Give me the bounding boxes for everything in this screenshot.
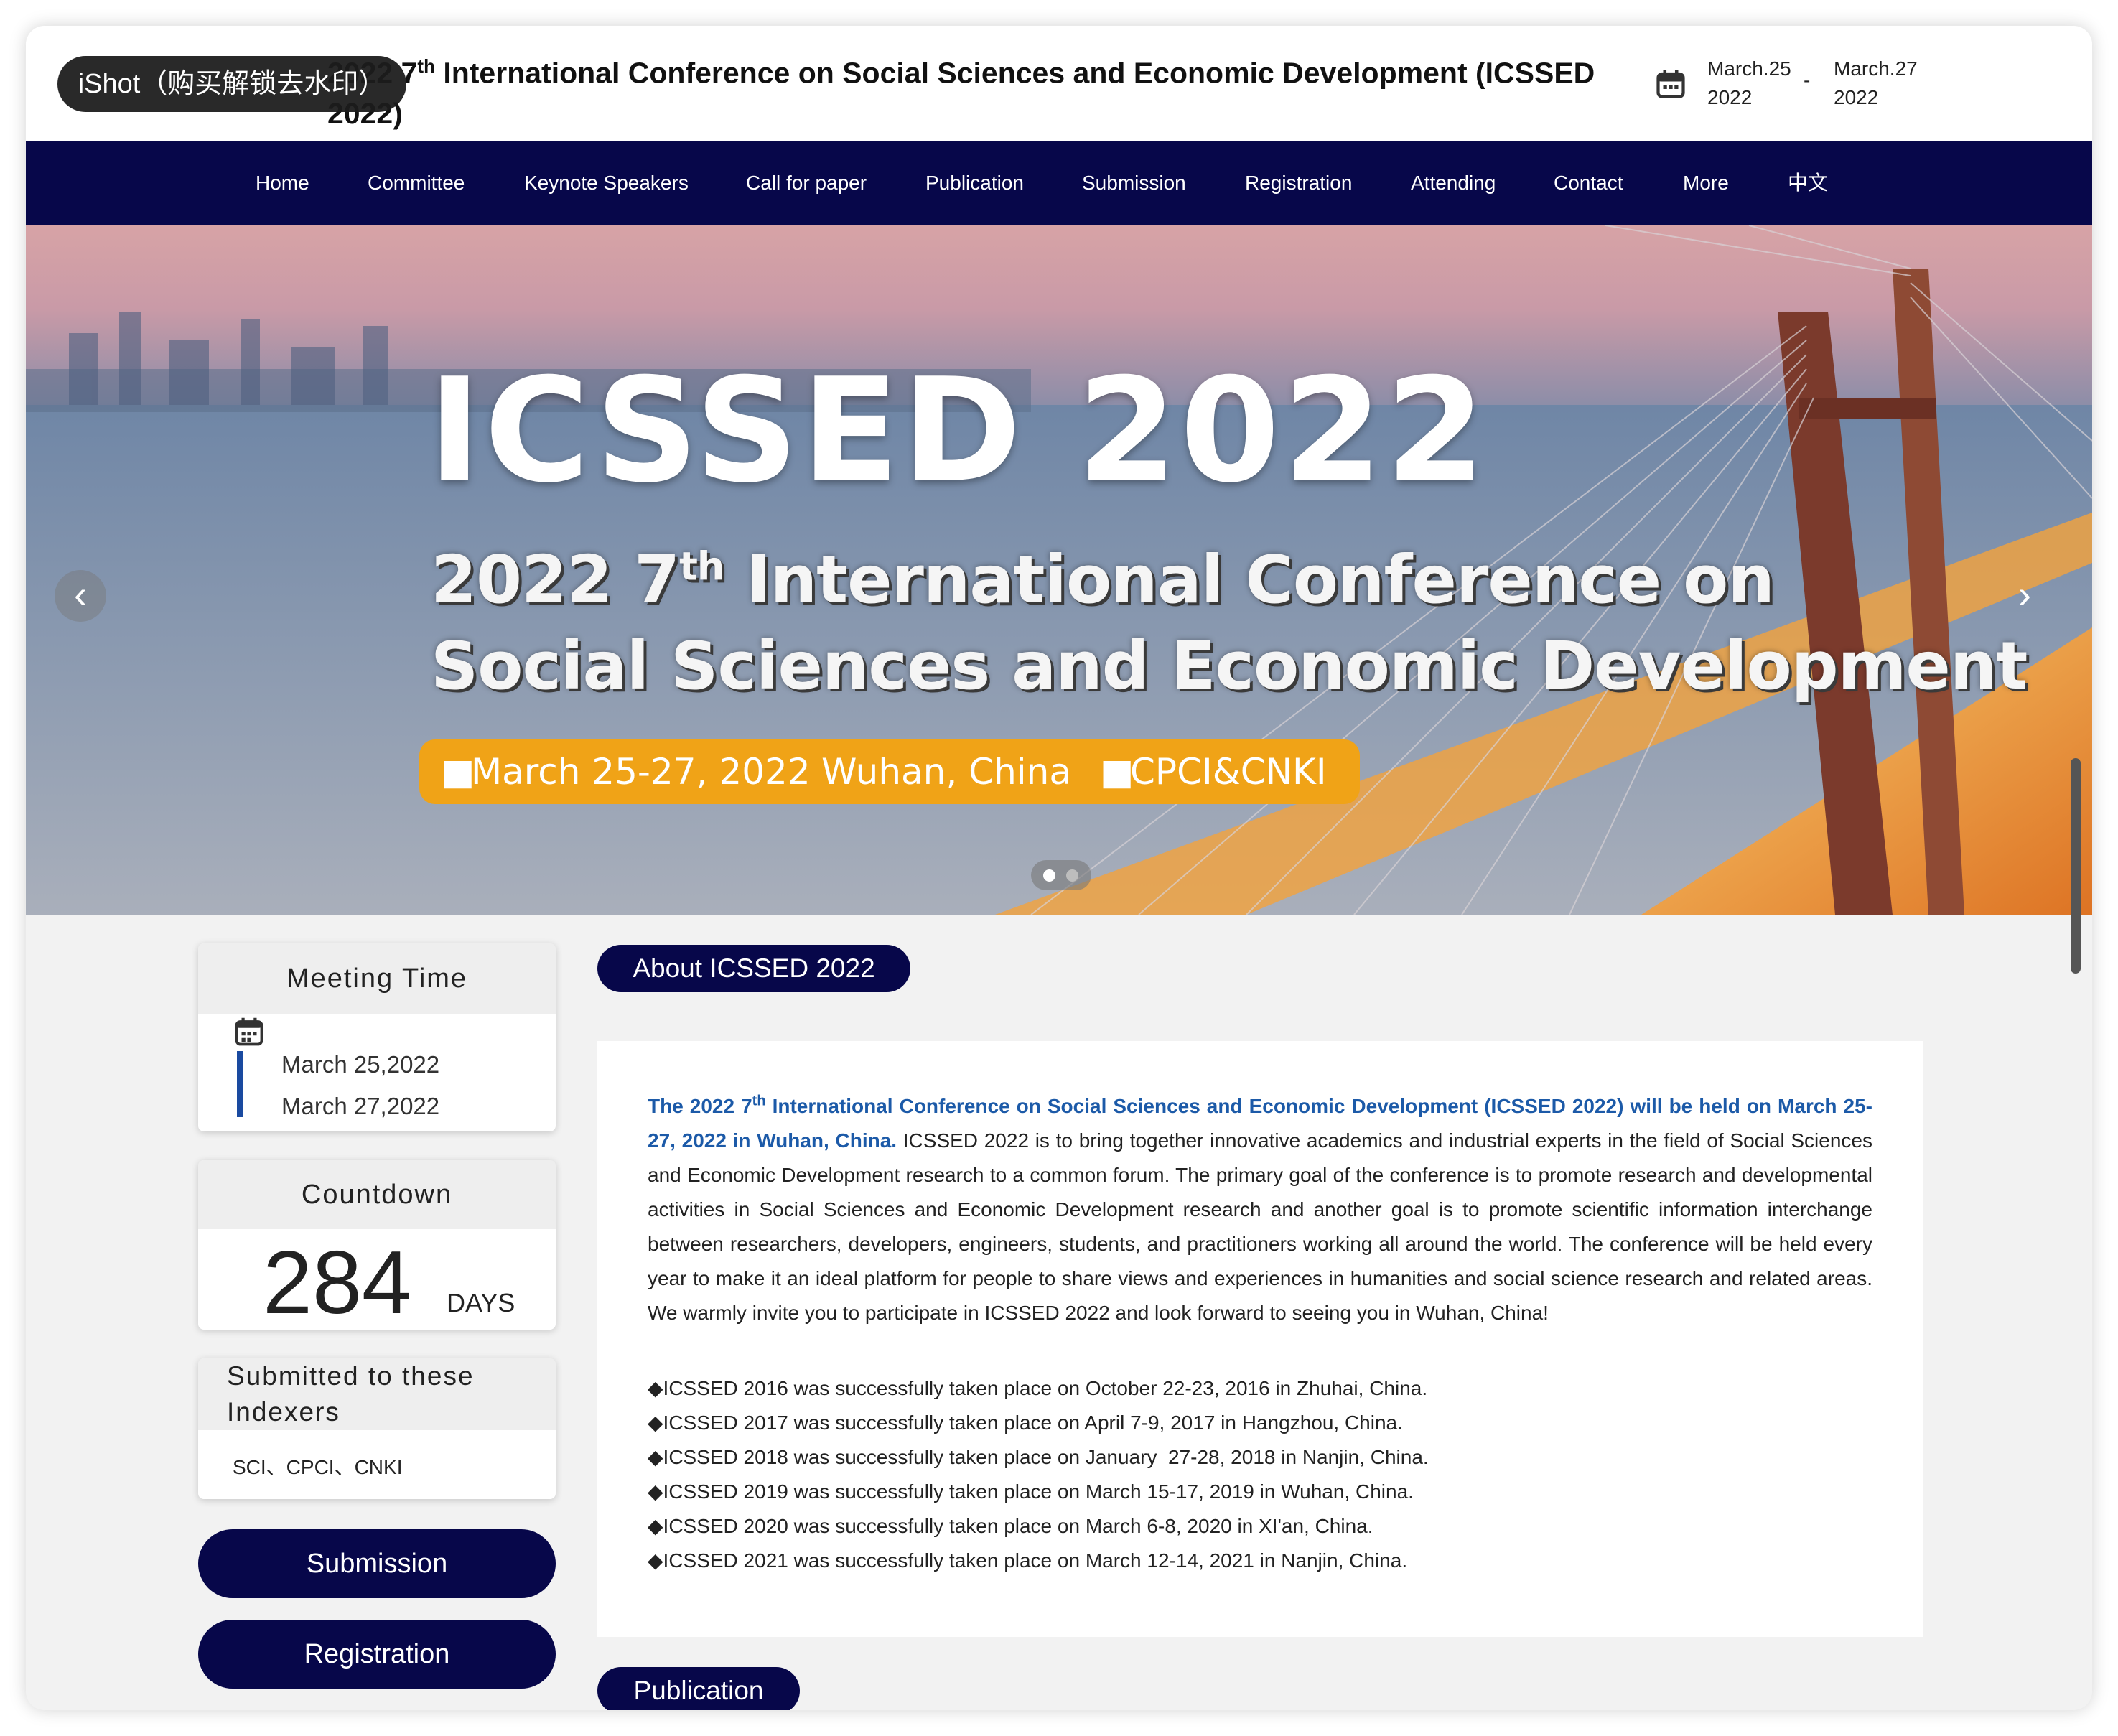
publication-section-title: Publication bbox=[597, 1667, 800, 1710]
main-nav: Home Committee Keynote Speakers Call for… bbox=[26, 141, 2092, 225]
hero-carousel[interactable]: ICSSED 2022 2022 7th International Confe… bbox=[26, 225, 2092, 915]
banner-info-pill: ■ March 25-27, 2022 Wuhan, China ■ CPCI&… bbox=[419, 739, 1360, 804]
history-item: ◆ICSSED 2020 was successfully taken plac… bbox=[648, 1515, 1373, 1537]
history-item: ◆ICSSED 2016 was successfully taken plac… bbox=[648, 1377, 1428, 1399]
calendar-icon bbox=[1656, 70, 1685, 98]
nav-attending[interactable]: Attending bbox=[1411, 141, 1496, 225]
countdown-card: Countdown 284 DAYS bbox=[198, 1160, 556, 1330]
history-item: ◆ICSSED 2018 was successfully taken plac… bbox=[648, 1446, 1429, 1468]
nav-home[interactable]: Home bbox=[256, 141, 309, 225]
countdown-title: Countdown bbox=[198, 1160, 556, 1229]
carousel-prev-arrow-icon[interactable]: ‹ bbox=[55, 570, 106, 622]
nav-keynote-speakers[interactable]: Keynote Speakers bbox=[524, 141, 689, 225]
site-title: 2022 7th International Conference on Soc… bbox=[327, 55, 1595, 130]
banner-title-line-1: 2022 7th International Conference on bbox=[431, 541, 1775, 618]
about-section-title: About ICSSED 2022 bbox=[597, 945, 910, 992]
carousel-dot-2[interactable] bbox=[1066, 869, 1078, 882]
carousel-dot-1[interactable] bbox=[1043, 869, 1055, 882]
nav-contact[interactable]: Contact bbox=[1554, 141, 1623, 225]
ishot-watermark: iShot（购买解锁去水印） bbox=[57, 56, 406, 112]
square-bullet-icon: ■ bbox=[1100, 751, 1134, 793]
nav-committee[interactable]: Committee bbox=[368, 141, 465, 225]
meeting-start-date: March 25,2022 bbox=[281, 1051, 440, 1078]
browser-page: 2022 7th International Conference on Soc… bbox=[26, 26, 2092, 1710]
nav-publication[interactable]: Publication bbox=[925, 141, 1024, 225]
banner-title-line-2: Social Sciences and Economic Development bbox=[431, 627, 2028, 704]
history-item: ◆ICSSED 2019 was successfully taken plac… bbox=[648, 1480, 1414, 1503]
history-list: ◆ICSSED 2016 was successfully taken plac… bbox=[648, 1371, 1429, 1578]
meeting-time-card: Meeting Time March 25,2022 March 27,2022 bbox=[198, 943, 556, 1131]
date-separator: - bbox=[1804, 69, 1811, 91]
countdown-value: 284 bbox=[263, 1233, 411, 1330]
carousel-next-arrow-icon[interactable]: › bbox=[1999, 570, 2051, 622]
meeting-time-title: Meeting Time bbox=[198, 943, 556, 1014]
about-content: The 2022 7th International Conference on… bbox=[597, 1041, 1923, 1637]
nav-chinese[interactable]: 中文 bbox=[1788, 141, 1828, 225]
registration-button[interactable]: Registration bbox=[198, 1620, 556, 1689]
history-item: ◆ICSSED 2017 was successfully taken plac… bbox=[648, 1411, 1403, 1434]
about-paragraph: The 2022 7th International Conference on… bbox=[648, 1093, 1872, 1325]
nav-submission[interactable]: Submission bbox=[1082, 141, 1186, 225]
submission-button[interactable]: Submission bbox=[198, 1529, 556, 1598]
history-item: ◆ICSSED 2021 was successfully taken plac… bbox=[648, 1549, 1408, 1572]
timeline-bar bbox=[237, 1051, 243, 1117]
indexers-card: Submitted to these Indexers SCI、CPCI、CNK… bbox=[198, 1358, 556, 1499]
banner-date: March 25-27, 2022 bbox=[471, 751, 811, 793]
nav-registration[interactable]: Registration bbox=[1245, 141, 1352, 225]
page-scrollbar[interactable] bbox=[2071, 758, 2081, 974]
meeting-end-date: March 27,2022 bbox=[281, 1093, 440, 1119]
banner-location: Wuhan, China bbox=[821, 751, 1071, 793]
countdown-unit: DAYS bbox=[447, 1288, 515, 1317]
nav-more[interactable]: More bbox=[1683, 141, 1729, 225]
indexers-title: Submitted to these Indexers bbox=[198, 1358, 556, 1430]
banner-indexing: CPCI&CNKI bbox=[1130, 751, 1327, 793]
indexers-list: SCI、CPCI、CNKI bbox=[233, 1456, 403, 1478]
banner-acronym: ICSSED 2022 bbox=[428, 347, 1488, 515]
start-date: March.25 2022 bbox=[1707, 57, 1791, 108]
calendar-icon bbox=[235, 1017, 263, 1046]
carousel-indicators bbox=[1031, 860, 1091, 890]
square-bullet-icon: ■ bbox=[441, 751, 475, 793]
end-date: March.27 2022 bbox=[1834, 57, 1918, 108]
nav-call-for-paper[interactable]: Call for paper bbox=[746, 141, 867, 225]
